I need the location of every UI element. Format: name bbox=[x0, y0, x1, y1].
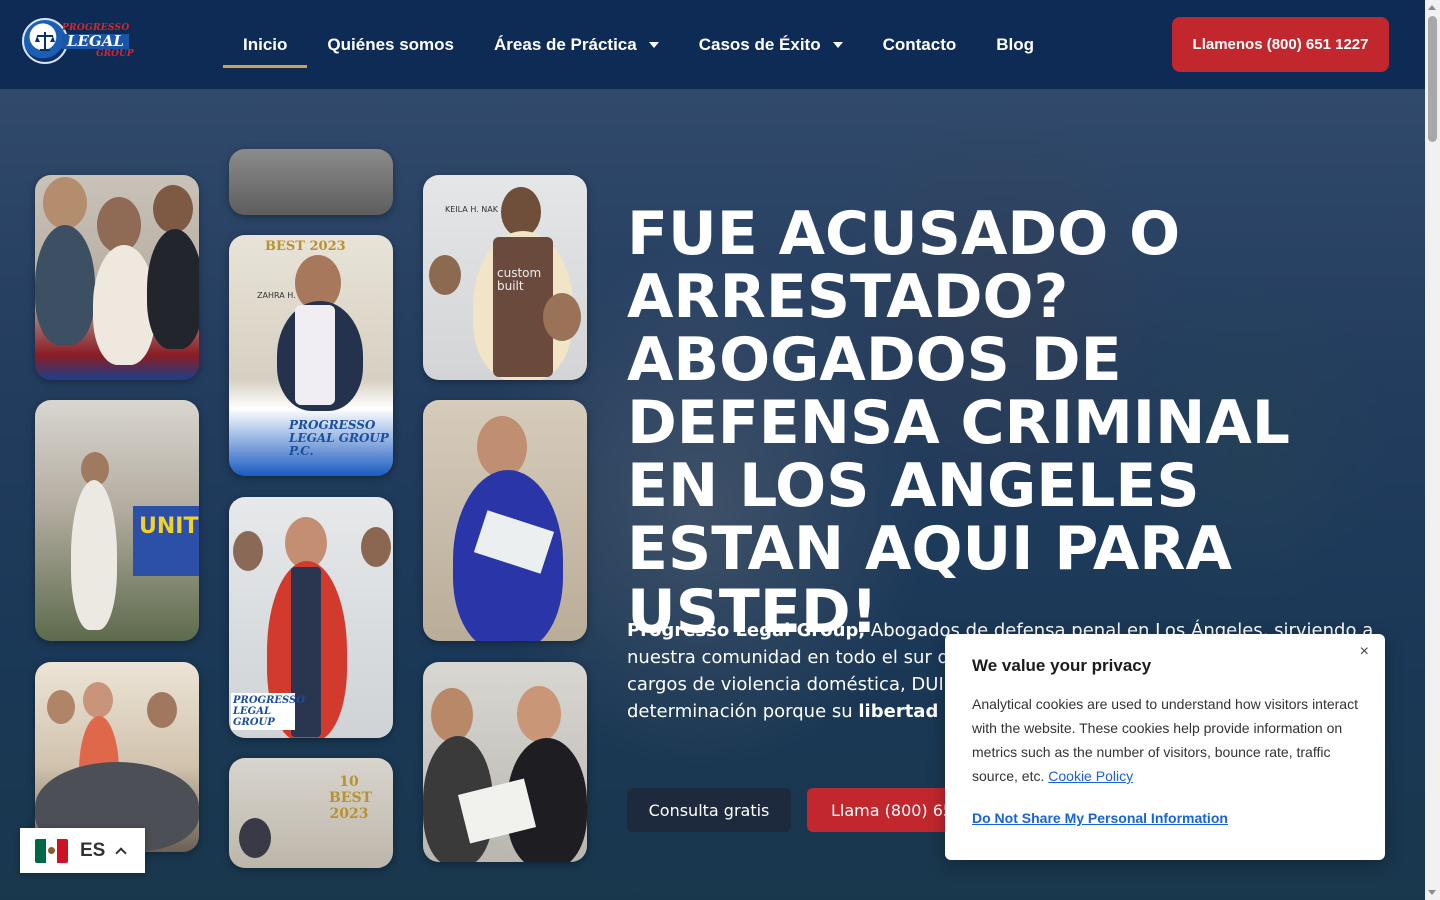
photo-person bbox=[83, 682, 113, 718]
photo-person bbox=[71, 480, 117, 630]
hero-photo bbox=[423, 662, 587, 862]
nav-item-label: Blog bbox=[996, 35, 1035, 54]
award-text: 10 BEST 2023 bbox=[329, 774, 373, 822]
hero-photo: BEST 2023 ZAHRA H. PROGRESSO LEGAL GROUP… bbox=[229, 235, 393, 476]
logo-line-2: LEGAL bbox=[62, 34, 129, 49]
hero-photo: KEILA H. NAK custom built bbox=[423, 175, 587, 380]
caret-down-icon bbox=[832, 42, 843, 48]
hero-brand-name: Progresso Legal Group, bbox=[627, 620, 866, 641]
shirt-text: custom built bbox=[497, 266, 542, 293]
header-call-button[interactable]: Llamenos (800) 651 1227 bbox=[1172, 17, 1389, 72]
photo-person bbox=[147, 229, 199, 349]
cookie-consent-title: We value your privacy bbox=[972, 656, 1152, 675]
nav-item-label: Casos de Éxito bbox=[698, 35, 821, 54]
photo-person bbox=[147, 692, 177, 728]
site-logo[interactable]: PROGRESSO LEGAL GROUP bbox=[22, 18, 137, 68]
hero-title: FUE ACUSADO O ARRESTADO? ABOGADOS DE DEF… bbox=[627, 199, 1290, 647]
photo-person bbox=[431, 688, 473, 742]
language-selector[interactable]: ES bbox=[20, 828, 145, 873]
scroll-up-arrow-icon[interactable] bbox=[1428, 5, 1436, 10]
award-text: BEST 2023 bbox=[265, 239, 346, 254]
photo-person bbox=[47, 690, 75, 724]
do-not-share-link[interactable]: Do Not Share My Personal Information bbox=[972, 810, 1228, 826]
page-scrollbar[interactable] bbox=[1425, 0, 1440, 900]
photo-person bbox=[543, 293, 581, 341]
photo-person bbox=[93, 245, 155, 365]
logo-line-3: GROUP bbox=[96, 49, 134, 59]
hero-photo bbox=[229, 149, 393, 215]
site-header: PROGRESSO LEGAL GROUP Inicio Quiénes som… bbox=[0, 0, 1425, 89]
cookie-policy-link[interactable]: Cookie Policy bbox=[1048, 768, 1133, 784]
logo-badge-text: PROGRESSO LEGAL GROUP P.C. bbox=[289, 418, 389, 458]
hero-photo: 10 BEST 2023 bbox=[229, 758, 393, 868]
photo-person bbox=[233, 531, 263, 571]
protest-sign: UNIT bbox=[133, 506, 199, 576]
caret-down-icon bbox=[648, 42, 659, 48]
mexico-flag-icon bbox=[35, 838, 68, 863]
logo-small-text: PROGRESSO LEGAL GROUP bbox=[231, 693, 305, 730]
nav-item-label: Inicio bbox=[243, 35, 288, 54]
photo-person bbox=[239, 818, 271, 858]
language-code: ES bbox=[80, 839, 106, 861]
nav-item-areas-de-practica[interactable]: Áreas de Práctica bbox=[474, 22, 679, 68]
hero-photo: PROGRESSO LEGAL GROUP bbox=[229, 497, 393, 738]
nav-item-contacto[interactable]: Contacto bbox=[863, 22, 977, 68]
nav-item-label: Contacto bbox=[882, 35, 957, 54]
photo-person bbox=[477, 416, 527, 478]
hero-photo: UNIT bbox=[35, 400, 199, 641]
photo-person bbox=[153, 185, 193, 233]
cookie-consent-text: Analytical cookies are used to understan… bbox=[972, 692, 1358, 788]
photo-person bbox=[429, 255, 461, 295]
nav-item-label: Quiénes somos bbox=[327, 35, 455, 54]
nav-item-casos-de-exito[interactable]: Casos de Éxito bbox=[679, 22, 863, 68]
hero-photo bbox=[423, 400, 587, 641]
photo-person bbox=[291, 567, 321, 737]
scrollbar-thumb[interactable] bbox=[1428, 16, 1437, 142]
photo-person bbox=[43, 177, 87, 229]
close-icon[interactable]: × bbox=[1360, 644, 1369, 660]
sign-text: UNIT bbox=[139, 514, 199, 539]
name-tag: ZAHRA H. bbox=[257, 291, 296, 300]
nav-item-quienes-somos[interactable]: Quiénes somos bbox=[307, 22, 474, 68]
nav-item-blog[interactable]: Blog bbox=[976, 22, 1054, 68]
name-tag: KEILA H. NAK bbox=[445, 205, 498, 214]
hero-photo bbox=[35, 662, 199, 852]
photo-person bbox=[517, 686, 561, 742]
photo-person bbox=[35, 225, 95, 345]
logo-wordmark: PROGRESSO LEGAL GROUP bbox=[62, 24, 134, 59]
cookie-consent-description: Analytical cookies are used to understan… bbox=[972, 696, 1358, 784]
nav-item-label: Áreas de Práctica bbox=[494, 35, 637, 54]
cookie-consent-dialog: × We value your privacy Analytical cooki… bbox=[945, 634, 1385, 860]
free-consultation-button[interactable]: Consulta gratis bbox=[627, 788, 791, 832]
main-nav: Inicio Quiénes somos Áreas de Práctica C… bbox=[223, 22, 1054, 68]
scroll-down-arrow-icon[interactable] bbox=[1428, 890, 1436, 895]
photo-person bbox=[501, 187, 541, 237]
photo-person bbox=[361, 527, 391, 567]
nav-item-inicio[interactable]: Inicio bbox=[223, 22, 308, 68]
hero-photo bbox=[35, 175, 199, 380]
photo-person bbox=[295, 305, 335, 405]
chevron-up-icon bbox=[115, 846, 128, 859]
